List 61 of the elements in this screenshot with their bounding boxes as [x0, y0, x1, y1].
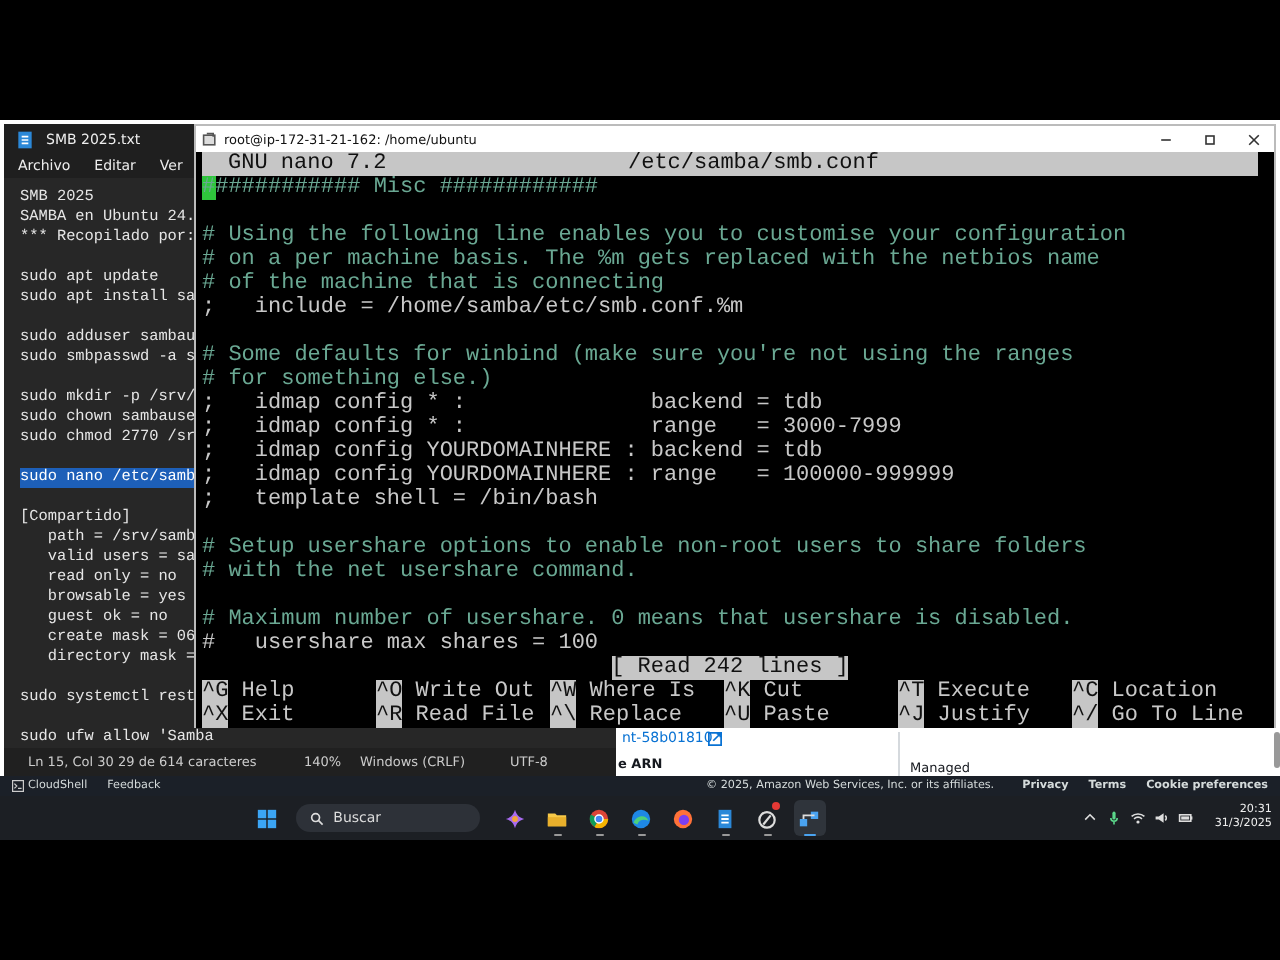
browser-icon — [588, 807, 611, 829]
code-line: # Some defaults for winbind (make sure you're not using the ranges — [202, 344, 1074, 368]
code-line: ; template shell = /bin/bash — [202, 488, 599, 512]
shortcut-label: Justify — [937, 704, 1031, 728]
shortcut-key: ^K — [724, 680, 751, 704]
speaker-icon[interactable] — [1154, 810, 1171, 826]
chevron-up-icon[interactable] — [1082, 810, 1099, 826]
terminal-icon — [12, 780, 24, 792]
code-line: # on a per machine basis. The %m gets replaced with the netbios name — [202, 248, 1100, 272]
shortcut-label: Read File — [415, 704, 535, 728]
shortcut-key: ^C — [1072, 680, 1099, 704]
terminal-icon — [202, 131, 218, 147]
file-path: /etc/samba/smb.conf — [628, 152, 879, 176]
code-line: # Maximum number of usershare. 0 means that usershare is disabled. — [202, 608, 1074, 632]
notepad-icon — [16, 129, 34, 149]
code-line: # with the net usershare command. — [202, 560, 638, 584]
microphone-icon[interactable] — [1106, 810, 1123, 826]
shortcut-label: Go To Line — [1111, 704, 1244, 728]
shortcut-key: ^X — [202, 704, 229, 728]
shortcut-key: ^G — [202, 680, 229, 704]
shortcut-label: Execute — [937, 680, 1031, 704]
notepad-icon — [714, 807, 737, 829]
shortcut-key: ^/ — [1072, 704, 1099, 728]
shortcut-label: Replace — [589, 704, 683, 728]
shortcut-label: Where Is — [589, 680, 696, 704]
windows-logo-icon — [256, 807, 279, 829]
shortcut-label: Help — [241, 680, 295, 704]
browser-icon — [630, 807, 653, 829]
shortcut-key: ^U — [724, 704, 751, 728]
shortcut-label: Paste — [763, 704, 830, 728]
code-line: # Using the following line enables you to customise your configuration — [202, 224, 1127, 248]
shortcut-key: ^J — [898, 704, 925, 728]
shortcut-label: Cut — [763, 680, 804, 704]
scrollbar[interactable] — [1274, 732, 1280, 768]
shortcut-key: ^O — [376, 680, 403, 704]
browser-icon — [672, 807, 695, 829]
code-line: # for something else.) — [202, 368, 493, 392]
code-line: ; idmap config YOURDOMAINHERE : backend = tdb — [202, 440, 823, 464]
shortcut-label: Exit — [241, 704, 295, 728]
code-line: ; idmap config YOURDOMAINHERE : range = 100000-999999 — [202, 464, 955, 488]
code-line: ; idmap config * : range = 3000-7999 — [202, 416, 902, 440]
network-icon — [798, 807, 821, 829]
editor-version: GNU nano 7.2 — [226, 152, 389, 176]
wifi-icon[interactable] — [1130, 810, 1147, 826]
code-line: ; include = /home/samba/etc/smb.conf.%m — [202, 296, 744, 320]
status-message: [ Read 242 lines ] — [611, 656, 849, 680]
shortcut-key: ^\ — [550, 704, 577, 728]
maximize-icon[interactable] — [1202, 131, 1218, 147]
search-icon — [309, 811, 324, 825]
shortcut-key: ^T — [898, 680, 925, 704]
shortcut-label: Location — [1111, 680, 1218, 704]
close-icon[interactable] — [1246, 131, 1262, 147]
battery-icon[interactable] — [1178, 810, 1195, 826]
taskbar-app[interactable] — [793, 800, 826, 836]
sparkle-icon — [504, 807, 527, 829]
shortcut-key: ^R — [376, 704, 403, 728]
code-line: # usershare max shares = 100 — [202, 632, 599, 656]
code-line: # Setup usershare options to enable non-root users to share folders — [202, 536, 1087, 560]
code-line: # of the machine that is connecting — [202, 272, 665, 296]
code-line: ; idmap config * : backend = tdb — [202, 392, 823, 416]
shortcut-label: Write Out — [415, 680, 535, 704]
